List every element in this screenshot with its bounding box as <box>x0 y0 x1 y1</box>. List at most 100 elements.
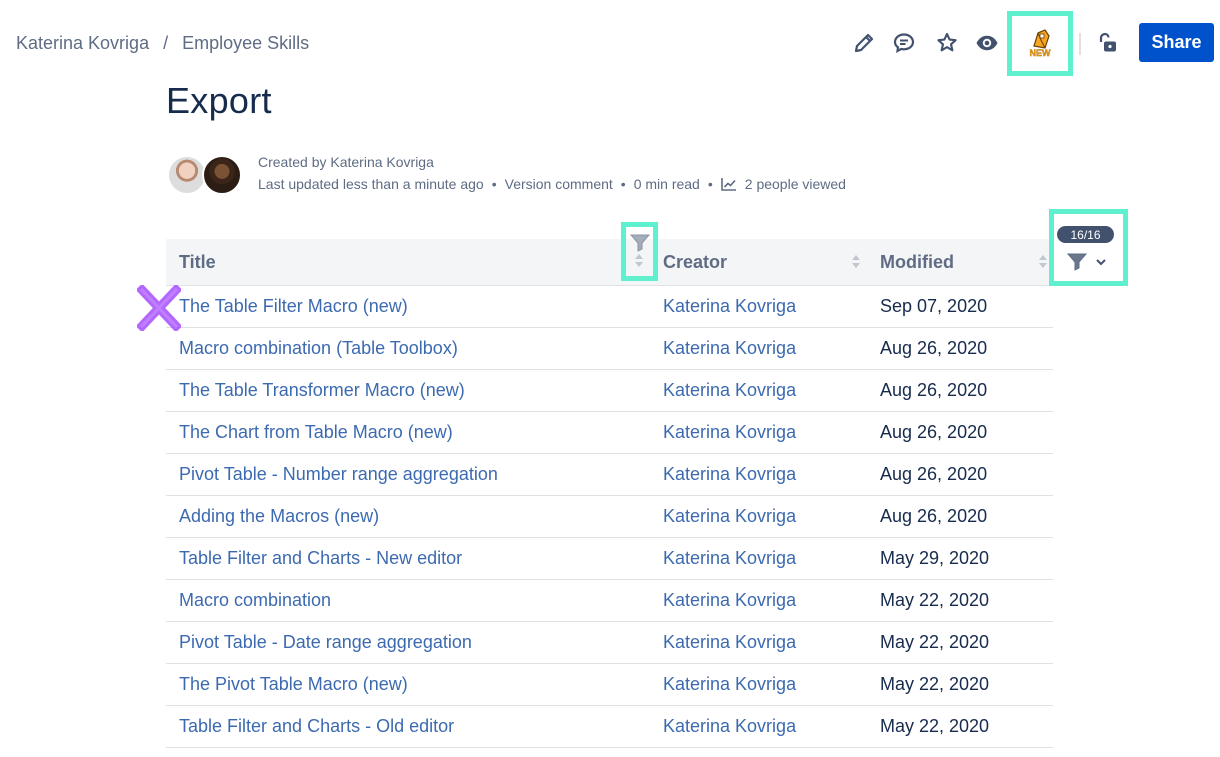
table-row: Macro combination (Table Toolbox) Katerin… <box>166 328 1053 370</box>
cell-title: Adding the Macros (new) <box>179 496 379 537</box>
share-button[interactable]: Share <box>1139 23 1214 62</box>
table-row: Table Filter and Charts - New editor Kate… <box>166 538 1053 580</box>
column-filter-icon[interactable] <box>629 233 651 253</box>
cell-title: Macro combination (Table Toolbox) <box>179 328 458 369</box>
restrictions-button[interactable] <box>1092 28 1122 58</box>
watch-button[interactable] <box>972 28 1002 58</box>
cell-title: Pivot Table - Number range aggregation <box>179 454 498 495</box>
filter-count-badge: 16/16 <box>1057 226 1114 243</box>
separator-dot: • <box>620 176 626 192</box>
cell-modified: Aug 26, 2020 <box>880 506 988 526</box>
page-link[interactable]: Pivot Table - Date range aggregation <box>179 632 472 653</box>
page-toolbar: NEW Share <box>0 11 1220 76</box>
user-link[interactable]: Katerina Kovriga <box>663 380 796 401</box>
avatar[interactable] <box>167 155 207 195</box>
cell-modified: Aug 26, 2020 <box>880 380 988 400</box>
created-by-text[interactable]: Created by Katerina Kovriga <box>258 151 434 173</box>
new-badge-text: NEW <box>1030 48 1052 58</box>
user-link[interactable]: Katerina Kovriga <box>663 506 796 527</box>
page-link[interactable]: Adding the Macros (new) <box>179 506 379 527</box>
cell-modified: May 22, 2020 <box>880 674 990 694</box>
page-link[interactable]: Table Filter and Charts - New editor <box>179 548 462 569</box>
column-header-modified[interactable]: Modified <box>880 239 954 285</box>
column-header-title[interactable]: Title <box>179 239 216 285</box>
table-row: Macro combination Katerina Kovriga May 22,… <box>166 580 1053 622</box>
star-button[interactable] <box>932 28 962 58</box>
page-byline: Created by Katerina Kovriga Last updated… <box>258 151 846 195</box>
cell-creator: Katerina Kovriga <box>663 664 796 705</box>
user-link[interactable]: Katerina Kovriga <box>663 464 796 485</box>
cell-title: The Chart from Table Macro (new) <box>179 412 453 453</box>
user-link[interactable]: Katerina Kovriga <box>663 338 796 359</box>
user-link[interactable]: Katerina Kovriga <box>663 632 796 653</box>
page-link[interactable]: The Table Filter Macro (new) <box>179 296 408 317</box>
analytics-icon <box>720 178 736 191</box>
column-header-label: Creator <box>663 251 728 272</box>
page-link[interactable]: The Table Transformer Macro (new) <box>179 380 465 401</box>
user-link[interactable]: Katerina Kovriga <box>663 590 796 611</box>
user-link[interactable]: Katerina Kovriga <box>663 674 796 695</box>
column-header-label: Title <box>179 251 216 272</box>
version-comment-text[interactable]: Version comment <box>505 173 613 195</box>
page-views[interactable]: 2 people viewed <box>720 173 846 195</box>
page-link[interactable]: Macro combination (Table Toolbox) <box>179 338 458 359</box>
table-row: The Chart from Table Macro (new) Katerina… <box>166 412 1053 454</box>
cell-creator: Katerina Kovriga <box>663 622 796 663</box>
close-icon <box>137 285 181 331</box>
cell-title: Table Filter and Charts - New editor <box>179 538 462 579</box>
table-row: Table Filter and Charts - Old editor Kate… <box>166 706 1053 748</box>
cell-modified: May 22, 2020 <box>880 590 990 610</box>
cell-title: The Table Transformer Macro (new) <box>179 370 465 411</box>
contributors-avatars[interactable] <box>167 155 247 195</box>
column-header-label: Modified <box>880 251 954 272</box>
cell-creator: Katerina Kovriga <box>663 706 796 747</box>
new-app-icon: NEW <box>1029 29 1052 58</box>
toolbar-divider <box>1079 33 1081 55</box>
sort-icon[interactable] <box>635 254 645 268</box>
table-header: Title Creator Modified <box>166 239 1053 286</box>
edit-button[interactable] <box>849 28 879 58</box>
unlock-icon <box>1099 32 1116 52</box>
comment-button[interactable] <box>889 28 919 58</box>
separator-dot: • <box>707 176 713 192</box>
comment-icon <box>893 33 915 54</box>
cell-modified: May 22, 2020 <box>880 716 990 736</box>
user-link[interactable]: Katerina Kovriga <box>663 716 796 737</box>
cell-creator: Katerina Kovriga <box>663 496 796 537</box>
cell-creator: Katerina Kovriga <box>663 412 796 453</box>
cell-creator: Katerina Kovriga <box>663 454 796 495</box>
cell-modified: Sep 07, 2020 <box>880 296 988 316</box>
page-link[interactable]: Pivot Table - Number range aggregation <box>179 464 498 485</box>
last-updated-text[interactable]: Last updated less than a minute ago <box>258 173 484 195</box>
user-link[interactable]: Katerina Kovriga <box>663 422 796 443</box>
page-link[interactable]: Macro combination <box>179 590 331 611</box>
cell-modified: Aug 26, 2020 <box>880 338 988 358</box>
chevron-down-icon[interactable] <box>1095 256 1107 268</box>
table-filter-highlight <box>1049 209 1128 286</box>
new-app-button[interactable]: NEW <box>1025 26 1055 58</box>
page-link[interactable]: The Chart from Table Macro (new) <box>179 422 453 443</box>
cell-creator: Katerina Kovriga <box>663 580 796 621</box>
table-filter-icon[interactable] <box>1066 252 1088 272</box>
avatar[interactable] <box>202 155 242 195</box>
cell-modified: Aug 26, 2020 <box>880 422 988 442</box>
user-link[interactable]: Katerina Kovriga <box>663 548 796 569</box>
cell-creator: Katerina Kovriga <box>663 328 796 369</box>
user-link[interactable]: Katerina Kovriga <box>663 296 796 317</box>
page-link[interactable]: The Pivot Table Macro (new) <box>179 674 408 695</box>
page-link[interactable]: Table Filter and Charts - Old editor <box>179 716 454 737</box>
column-header-creator[interactable]: Creator <box>663 239 727 285</box>
sort-icon[interactable] <box>1039 255 1049 269</box>
page-title: Export <box>166 80 272 121</box>
cell-creator: Katerina Kovriga <box>663 538 796 579</box>
cell-title: Pivot Table - Date range aggregation <box>179 622 472 663</box>
read-time-text: 0 min read <box>633 176 700 192</box>
cell-title: The Pivot Table Macro (new) <box>179 664 408 705</box>
table-row: The Table Transformer Macro (new) Katerin… <box>166 370 1053 412</box>
cell-creator: Katerina Kovriga <box>663 286 796 327</box>
cell-modified: May 22, 2020 <box>880 632 990 652</box>
table-row: Adding the Macros (new) Katerina Kovriga A… <box>166 496 1053 538</box>
cell-creator: Katerina Kovriga <box>663 370 796 411</box>
table-row: The Pivot Table Macro (new) Katerina Kovr… <box>166 664 1053 706</box>
sort-icon[interactable] <box>852 255 862 269</box>
